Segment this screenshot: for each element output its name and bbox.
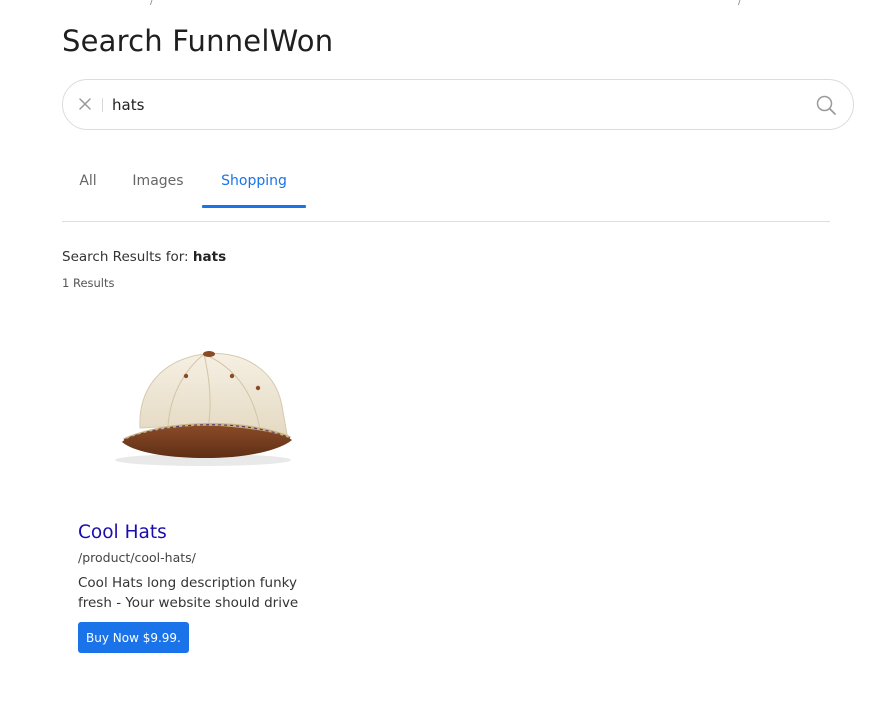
tab-all[interactable]: All	[62, 160, 114, 208]
crumb-separator: /	[738, 0, 742, 7]
crumb-separator: /	[150, 0, 154, 7]
search-page: / / Search FunnelWon All Images Shopping…	[0, 0, 892, 709]
tabs-divider	[62, 221, 830, 222]
top-edge-decoration: / /	[0, 0, 892, 7]
page-title: Search FunnelWon	[62, 24, 334, 58]
search-input[interactable]	[112, 92, 792, 118]
results-query: hats	[192, 249, 227, 265]
product-description: Cool Hats long description funky fresh -…	[78, 575, 299, 611]
results-count: 1 Results	[62, 276, 115, 290]
tab-shopping[interactable]: Shopping	[202, 160, 306, 208]
buy-now-button[interactable]: Buy Now $9.99.	[78, 622, 189, 653]
search-icon[interactable]	[815, 94, 837, 116]
results-label: Search Results for:	[62, 249, 189, 265]
search-bar	[62, 79, 854, 130]
tab-images[interactable]: Images	[120, 160, 196, 208]
product-url-link[interactable]: /product/cool-hats/	[78, 550, 196, 565]
search-divider	[102, 98, 103, 112]
product-image[interactable]	[78, 310, 328, 500]
product-title-link[interactable]: Cool Hats	[78, 522, 167, 543]
close-icon[interactable]	[75, 94, 95, 114]
results-heading: Search Results for: hats	[62, 249, 226, 265]
